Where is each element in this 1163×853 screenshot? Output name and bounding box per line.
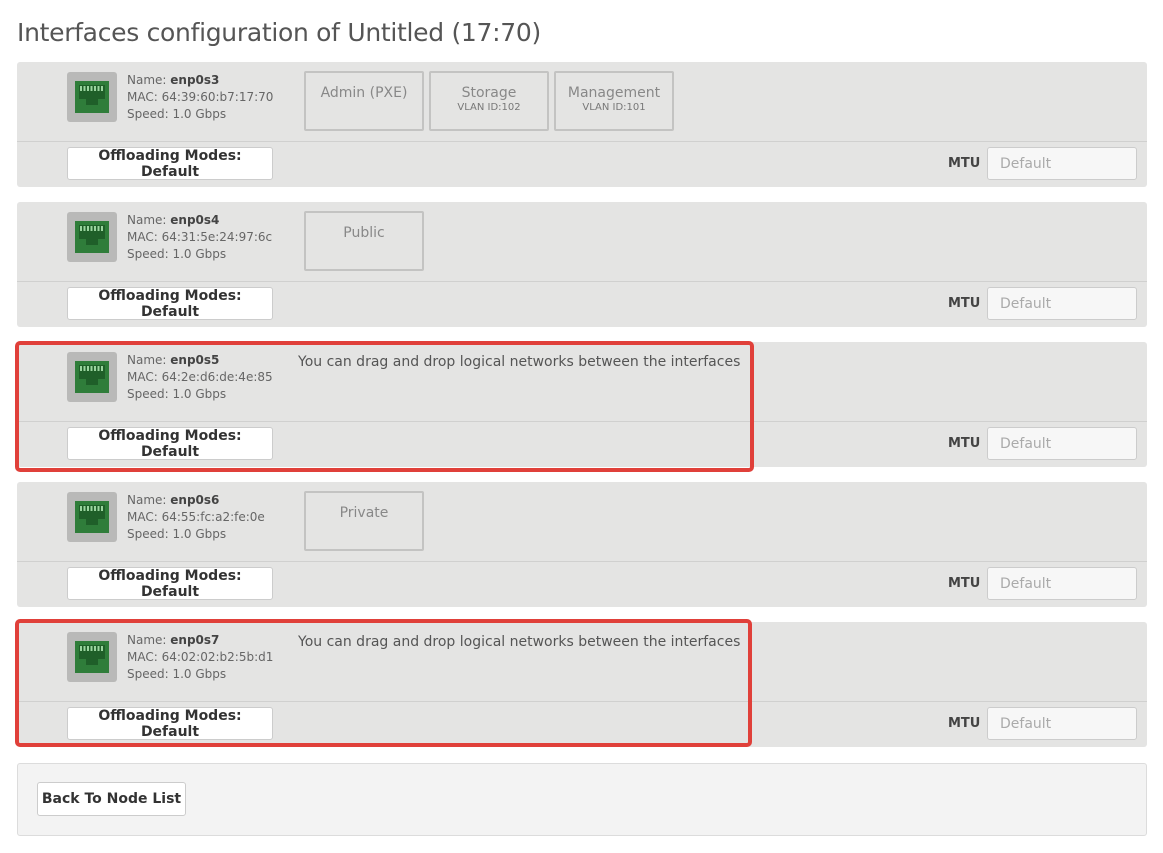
- interface-mac: 64:2e:d6:de:4e:85: [161, 370, 273, 384]
- interface-panel-enp0s4: Name: enp0s4 MAC: 64:31:5e:24:97:6c Spee…: [17, 202, 1147, 327]
- interface-name-row: Name: enp0s7: [127, 633, 220, 647]
- network-vlan: VLAN ID:102: [457, 102, 521, 113]
- interface-mac-row: MAC: 64:31:5e:24:97:6c: [127, 230, 273, 244]
- interface-panel-enp0s7: Name: enp0s7 MAC: 64:02:02:b2:5b:d1 Spee…: [17, 622, 1147, 747]
- page-title: Interfaces configuration of Untitled (17…: [17, 18, 541, 47]
- interface-speed: 1.0 Gbps: [172, 527, 227, 541]
- interface-mac-row: MAC: 64:39:60:b7:17:70: [127, 90, 274, 104]
- interface-speed-row: Speed: 1.0 Gbps: [127, 667, 227, 681]
- network-admin-pxe[interactable]: Admin (PXE): [304, 71, 424, 131]
- interface-panel-enp0s3: Name: enp0s3 MAC: 64:39:60:b7:17:70 Spee…: [17, 62, 1147, 187]
- interface-panel-enp0s5: Name: enp0s5 MAC: 64:2e:d6:de:4e:85 Spee…: [17, 342, 1147, 467]
- interface-name: enp0s4: [170, 213, 220, 227]
- network-storage[interactable]: Storage VLAN ID:102: [429, 71, 549, 131]
- interface-speed-row: Speed: 1.0 Gbps: [127, 527, 227, 541]
- mtu-input[interactable]: [987, 427, 1137, 460]
- interface-info: Name: enp0s6 MAC: 64:55:fc:a2:fe:0e Spee…: [127, 492, 265, 543]
- interface-header: Name: enp0s4 MAC: 64:31:5e:24:97:6c Spee…: [17, 202, 1147, 282]
- interface-footer: Offloading Modes: Default MTU: [17, 702, 1147, 746]
- interface-header: Name: enp0s5 MAC: 64:2e:d6:de:4e:85 Spee…: [17, 342, 1147, 422]
- interface-mac-row: MAC: 64:2e:d6:de:4e:85: [127, 370, 273, 384]
- interface-speed: 1.0 Gbps: [172, 667, 227, 681]
- mtu-label: MTU: [948, 156, 981, 171]
- interface-header: Name: enp0s3 MAC: 64:39:60:b7:17:70 Spee…: [17, 62, 1147, 142]
- offloading-modes-button[interactable]: Offloading Modes: Default: [67, 287, 273, 320]
- network-name: Public: [343, 225, 385, 241]
- offloading-modes-button[interactable]: Offloading Modes: Default: [67, 567, 273, 600]
- interface-info: Name: enp0s5 MAC: 64:2e:d6:de:4e:85 Spee…: [127, 352, 273, 403]
- interface-footer: Offloading Modes: Default MTU: [17, 142, 1147, 186]
- network-vlan: VLAN ID:101: [582, 102, 646, 113]
- mtu-input[interactable]: [987, 567, 1137, 600]
- offloading-modes-button[interactable]: Offloading Modes: Default: [67, 707, 273, 740]
- network-public[interactable]: Public: [304, 211, 424, 271]
- interface-speed: 1.0 Gbps: [172, 107, 227, 121]
- interface-name: enp0s6: [170, 493, 220, 507]
- interface-speed: 1.0 Gbps: [172, 387, 227, 401]
- interface-name: enp0s7: [170, 633, 220, 647]
- network-name: Admin (PXE): [320, 85, 408, 101]
- interface-panel-enp0s6: Name: enp0s6 MAC: 64:55:fc:a2:fe:0e Spee…: [17, 482, 1147, 607]
- ethernet-port-icon: [67, 352, 117, 402]
- interface-name: enp0s3: [170, 73, 220, 87]
- interface-mac: 64:39:60:b7:17:70: [161, 90, 274, 104]
- mtu-label: MTU: [948, 436, 981, 451]
- interface-info: Name: enp0s3 MAC: 64:39:60:b7:17:70 Spee…: [127, 72, 273, 123]
- interface-header: Name: enp0s7 MAC: 64:02:02:b2:5b:d1 Spee…: [17, 622, 1147, 702]
- interface-mac: 64:55:fc:a2:fe:0e: [161, 510, 265, 524]
- interface-name: enp0s5: [170, 353, 220, 367]
- offloading-modes-button[interactable]: Offloading Modes: Default: [67, 427, 273, 460]
- interface-header: Name: enp0s6 MAC: 64:55:fc:a2:fe:0e Spee…: [17, 482, 1147, 562]
- ethernet-port-icon: [67, 72, 117, 122]
- mtu-input[interactable]: [987, 287, 1137, 320]
- mtu-label: MTU: [948, 296, 981, 311]
- interface-name-row: Name: enp0s6: [127, 493, 220, 507]
- interface-speed-row: Speed: 1.0 Gbps: [127, 387, 227, 401]
- interface-mac: 64:31:5e:24:97:6c: [161, 230, 273, 244]
- interface-name-row: Name: enp0s4: [127, 213, 220, 227]
- interface-speed: 1.0 Gbps: [172, 247, 227, 261]
- interface-footer: Offloading Modes: Default MTU: [17, 562, 1147, 606]
- drag-drop-hint: You can drag and drop logical networks b…: [298, 354, 741, 370]
- interface-footer: Offloading Modes: Default MTU: [17, 282, 1147, 326]
- network-management[interactable]: Management VLAN ID:101: [554, 71, 674, 131]
- ethernet-port-icon: [67, 492, 117, 542]
- interface-footer: Offloading Modes: Default MTU: [17, 422, 1147, 466]
- interface-mac-row: MAC: 64:55:fc:a2:fe:0e: [127, 510, 265, 524]
- network-name: Private: [339, 505, 389, 521]
- interface-speed-row: Speed: 1.0 Gbps: [127, 107, 227, 121]
- network-private[interactable]: Private: [304, 491, 424, 551]
- mtu-label: MTU: [948, 576, 981, 591]
- interface-name-row: Name: enp0s5: [127, 353, 220, 367]
- interface-info: Name: enp0s4 MAC: 64:31:5e:24:97:6c Spee…: [127, 212, 272, 263]
- ethernet-port-icon: [67, 212, 117, 262]
- offloading-modes-button[interactable]: Offloading Modes: Default: [67, 147, 273, 180]
- network-name: Management: [567, 85, 661, 101]
- interface-info: Name: enp0s7 MAC: 64:02:02:b2:5b:d1 Spee…: [127, 632, 273, 683]
- mtu-input[interactable]: [987, 147, 1137, 180]
- drag-drop-hint: You can drag and drop logical networks b…: [298, 634, 741, 650]
- ethernet-port-icon: [67, 632, 117, 682]
- interface-speed-row: Speed: 1.0 Gbps: [127, 247, 227, 261]
- mtu-input[interactable]: [987, 707, 1137, 740]
- interface-mac: 64:02:02:b2:5b:d1: [161, 650, 274, 664]
- interface-mac-row: MAC: 64:02:02:b2:5b:d1: [127, 650, 274, 664]
- back-to-node-list-button[interactable]: Back To Node List: [37, 782, 186, 816]
- interface-name-row: Name: enp0s3: [127, 73, 220, 87]
- network-name: Storage: [461, 85, 517, 101]
- mtu-label: MTU: [948, 716, 981, 731]
- page-footer: Back To Node List: [17, 763, 1147, 836]
